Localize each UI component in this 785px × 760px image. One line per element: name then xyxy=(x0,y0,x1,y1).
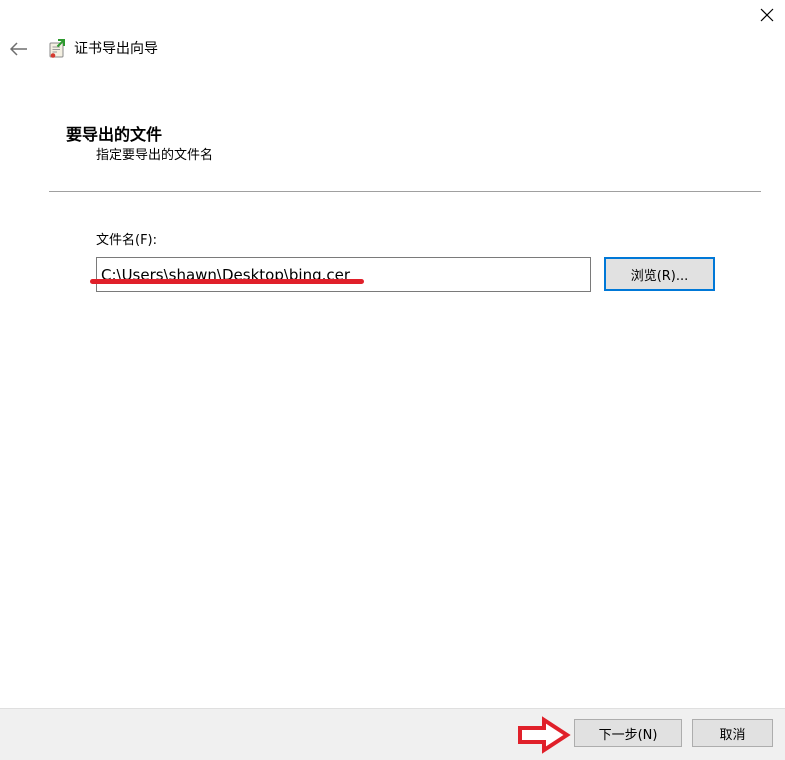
file-name-input[interactable] xyxy=(96,257,591,292)
next-button[interactable]: 下一步(N) xyxy=(574,719,682,747)
red-underline-annotation xyxy=(90,279,364,284)
close-icon xyxy=(760,8,773,22)
window-title: 证书导出向导 xyxy=(74,41,158,57)
back-button[interactable] xyxy=(4,34,34,64)
page-subtitle: 指定要导出的文件名 xyxy=(96,148,214,163)
header-divider xyxy=(49,191,761,192)
close-button[interactable] xyxy=(748,0,785,30)
file-name-label: 文件名(F): xyxy=(96,233,158,248)
cancel-button[interactable]: 取消 xyxy=(692,719,773,747)
certificate-export-icon xyxy=(46,38,68,60)
page-title: 要导出的文件 xyxy=(66,125,163,144)
browse-button[interactable]: 浏览(R)... xyxy=(604,257,715,291)
right-arrow-outline-icon xyxy=(517,716,571,754)
back-arrow-icon xyxy=(10,42,27,56)
